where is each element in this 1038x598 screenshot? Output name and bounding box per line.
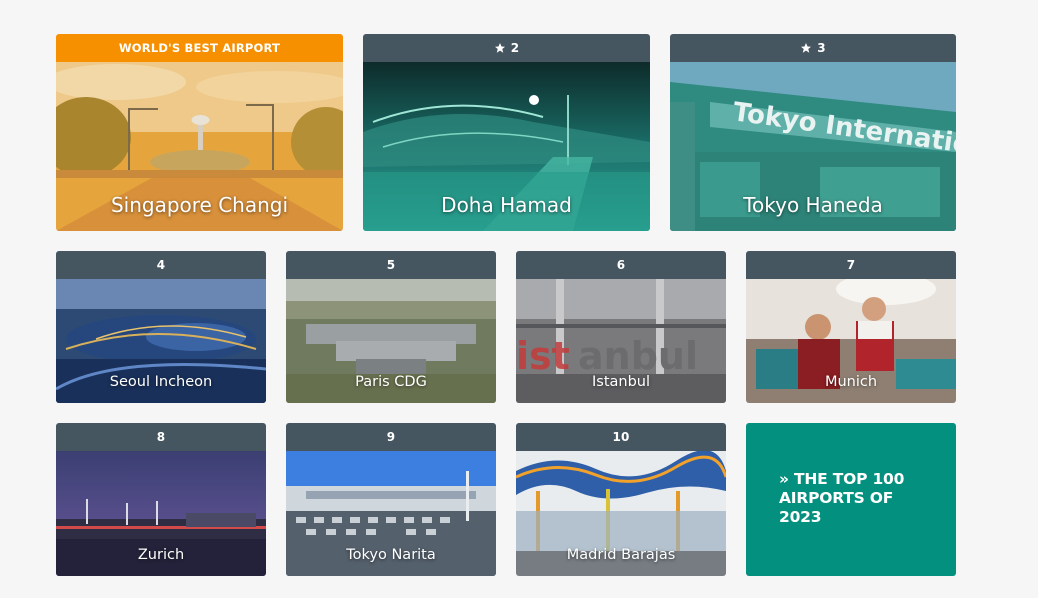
airport-card-singapore-changi[interactable]: WORLD'S BEST AIRPORT Singapore Changi	[56, 34, 343, 231]
card-header: 3	[670, 34, 956, 62]
airport-card-doha-hamad[interactable]: 2 Doha Hamad	[363, 34, 650, 231]
airport-name: Singapore Changi	[110, 193, 289, 217]
rank-label: 2	[510, 41, 520, 55]
airport-name: Madrid Barajas	[566, 547, 676, 563]
airport-name: Paris CDG	[355, 374, 427, 390]
rank-label: 10	[612, 430, 630, 444]
rank-label: 8	[156, 430, 166, 444]
rank-label: 5	[386, 258, 396, 272]
airport-card-istanbul[interactable]: 6 ist anbul Istanbul	[516, 251, 726, 403]
card-header: 4	[56, 251, 266, 279]
card-header: 6	[516, 251, 726, 279]
airport-card-paris-cdg[interactable]: 5 Paris CDG	[286, 251, 496, 403]
rank-label: WORLD'S BEST AIRPORT	[118, 41, 281, 55]
card-header: 5	[286, 251, 496, 279]
card-header: 7	[746, 251, 956, 279]
promo-line-2: AIRPORTS OF	[779, 489, 894, 507]
airport-card-tokyo-haneda[interactable]: 3 Tokyo International Airp Tokyo Haneda	[670, 34, 956, 231]
airport-card-madrid-barajas[interactable]: 10 Madrid Barajas	[516, 423, 726, 576]
airport-name: Munich	[824, 374, 878, 390]
airport-name: Istanbul	[591, 374, 650, 390]
svg-text:anbul: anbul	[578, 334, 698, 378]
airport-card-seoul-incheon[interactable]: 4 Seoul Incheon	[56, 251, 266, 403]
promo-line-1: » THE TOP 100	[779, 470, 905, 488]
rank-label: 6	[616, 258, 626, 272]
rank-label: 3	[817, 41, 826, 55]
card-header: 10	[516, 423, 726, 451]
card-header: 2	[363, 34, 650, 62]
airport-name: Seoul Incheon	[109, 374, 213, 390]
svg-text:ist: ist	[516, 334, 570, 378]
card-header: 9	[286, 423, 496, 451]
rank-label: 4	[156, 258, 166, 272]
card-header: 8	[56, 423, 266, 451]
rank-label: 7	[846, 258, 856, 272]
airport-name: Tokyo Narita	[346, 547, 436, 563]
airport-card-munich[interactable]: 7 Munich	[746, 251, 956, 403]
airport-card-tokyo-narita[interactable]: 9 Tokyo Narita	[286, 423, 496, 576]
rank-label: 9	[386, 430, 396, 444]
star-icon	[801, 43, 812, 53]
promo-line-3: 2023	[779, 508, 822, 526]
airport-name: Tokyo Haneda	[743, 193, 883, 217]
card-header: WORLD'S BEST AIRPORT	[56, 34, 343, 62]
airport-name: Doha Hamad	[441, 193, 572, 217]
airport-name: Zurich	[137, 547, 185, 563]
star-icon	[494, 43, 505, 53]
airport-card-zurich[interactable]: 8 Zurich	[56, 423, 266, 576]
top-100-airports-link[interactable]: » THE TOP 100 AIRPORTS OF 2023	[746, 423, 956, 576]
